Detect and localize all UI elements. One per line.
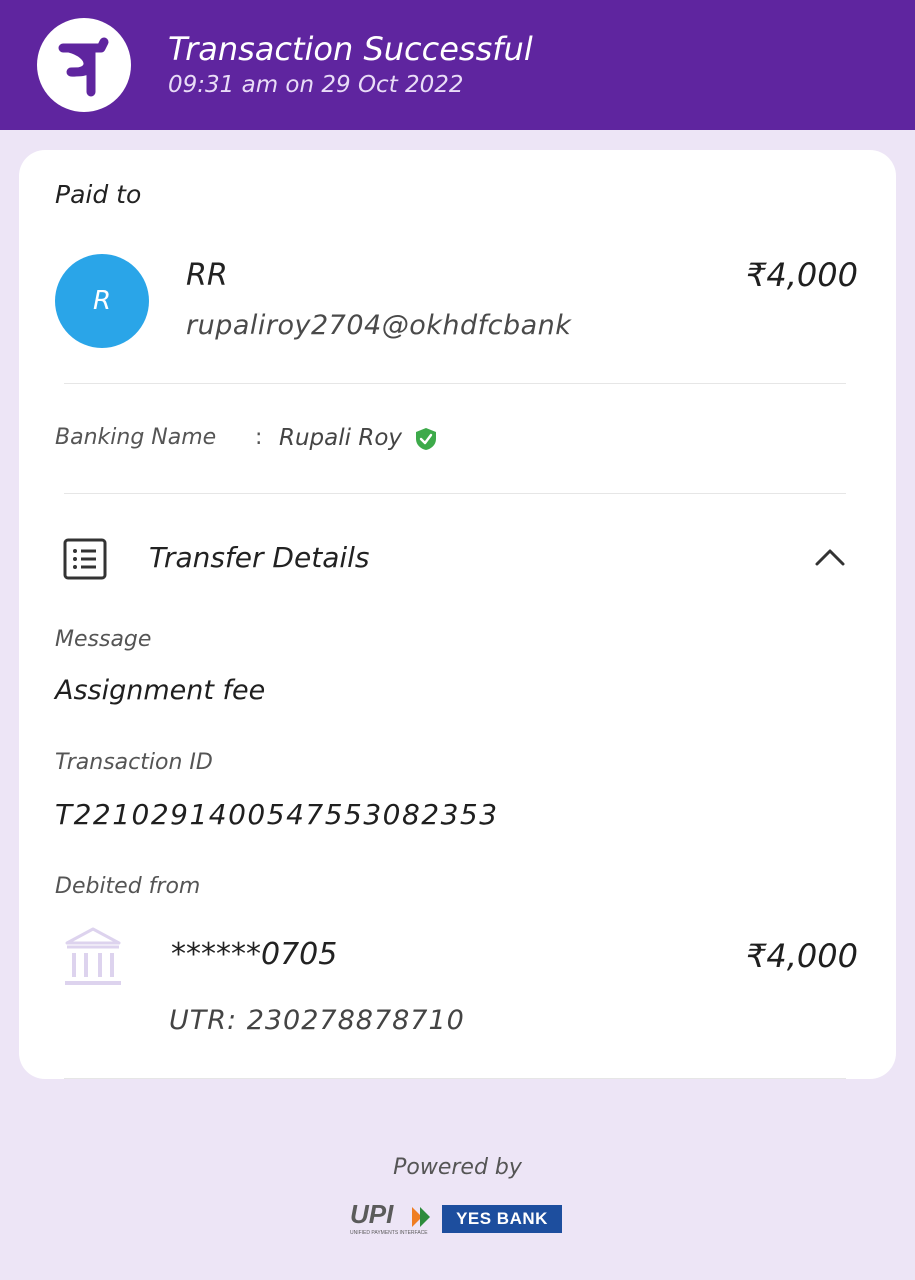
paid-to-label: Paid to <box>55 180 142 209</box>
shield-check-icon <box>416 428 436 450</box>
bank-icon <box>65 927 121 985</box>
debit-account-number: ******0705 <box>171 937 338 972</box>
upi-logo-text: UPI <box>350 1199 394 1229</box>
phonepe-logo-icon <box>58 37 109 97</box>
upi-logo: UPI UNIFIED PAYMENTS INTERFACE <box>350 1199 430 1236</box>
divider <box>64 383 846 384</box>
receipt-list-icon <box>63 538 107 580</box>
transaction-card: Paid to R RR rupaliroy2704@okhdfcbank ₹4… <box>19 150 896 1079</box>
powered-by-label: Powered by <box>393 1155 522 1180</box>
divider <box>64 493 846 494</box>
utr-number[interactable]: UTR: 230278878710 <box>169 1005 465 1036</box>
page-title: Transaction Successful <box>168 30 533 68</box>
payee-initial: R <box>92 286 112 316</box>
banking-name-label: Banking Name <box>55 425 217 450</box>
transaction-timestamp: 09:31 am on 29 Oct 2022 <box>168 72 464 98</box>
upi-tagline: UNIFIED PAYMENTS INTERFACE <box>350 1230 428 1236</box>
payee-avatar: R <box>55 254 149 348</box>
phonepe-logo <box>37 18 131 112</box>
message-label: Message <box>55 627 152 652</box>
divider <box>64 1078 846 1079</box>
yes-bank-logo-text: YES BANK <box>456 1209 548 1228</box>
transfer-details-title[interactable]: Transfer Details <box>149 541 370 574</box>
yes-bank-logo: YES BANK <box>442 1205 562 1233</box>
message-value: Assignment fee <box>55 675 266 706</box>
transaction-id-value[interactable]: T2210291400547553082353 <box>55 798 499 831</box>
payment-amount: ₹4,000 <box>746 256 858 294</box>
banking-name-separator: : <box>255 425 263 450</box>
debited-amount: ₹4,000 <box>746 937 858 975</box>
debited-from-label: Debited from <box>55 874 201 899</box>
chevron-up-icon[interactable] <box>814 546 846 568</box>
payee-name: RR <box>186 258 228 293</box>
payee-upi-id[interactable]: rupaliroy2704@okhdfcbank <box>186 310 571 341</box>
app-header: Transaction Successful 09:31 am on 29 Oc… <box>0 0 915 130</box>
transaction-id-label: Transaction ID <box>55 750 213 775</box>
banking-name-value: Rupali Roy <box>279 425 403 451</box>
